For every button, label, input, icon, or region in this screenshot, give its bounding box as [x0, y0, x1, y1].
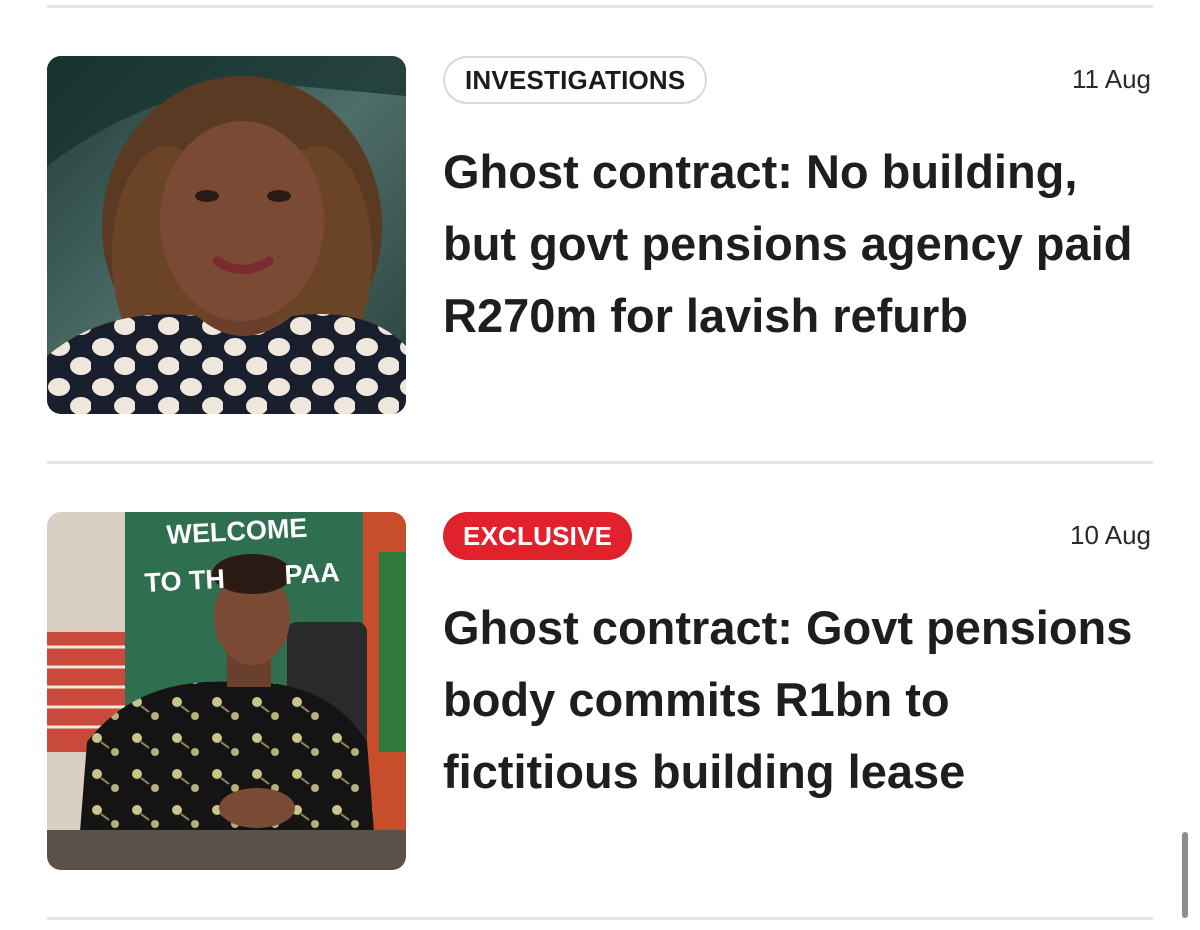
article-thumbnail[interactable] [47, 56, 406, 414]
category-tag[interactable]: INVESTIGATIONS [443, 56, 708, 104]
divider [47, 461, 1153, 464]
article-headline[interactable]: Ghost contract: No building, but govt pe… [443, 136, 1153, 352]
svg-text:PAA: PAA [284, 557, 341, 590]
article-card[interactable]: WELCOME TO TH PAA EXCLUSIVE 10 Aug Ghost… [47, 512, 1153, 872]
article-feed: INVESTIGATIONS 11 Aug Ghost contract: No… [0, 0, 1200, 930]
portrait-photo-icon [47, 56, 406, 414]
article-thumbnail[interactable]: WELCOME TO TH PAA [47, 512, 406, 870]
svg-text:TO TH: TO TH [144, 564, 226, 598]
divider [47, 917, 1153, 920]
article-headline[interactable]: Ghost contract: Govt pensions body commi… [443, 592, 1153, 808]
article-card[interactable]: INVESTIGATIONS 11 Aug Ghost contract: No… [47, 56, 1153, 416]
scrollbar-thumb[interactable] [1182, 832, 1188, 918]
divider [47, 5, 1153, 8]
article-date: 11 Aug [1071, 64, 1151, 94]
office-portrait-photo-icon: WELCOME TO TH PAA [47, 512, 406, 870]
category-tag[interactable]: EXCLUSIVE [443, 512, 633, 560]
article-date: 10 Aug [1070, 520, 1151, 550]
